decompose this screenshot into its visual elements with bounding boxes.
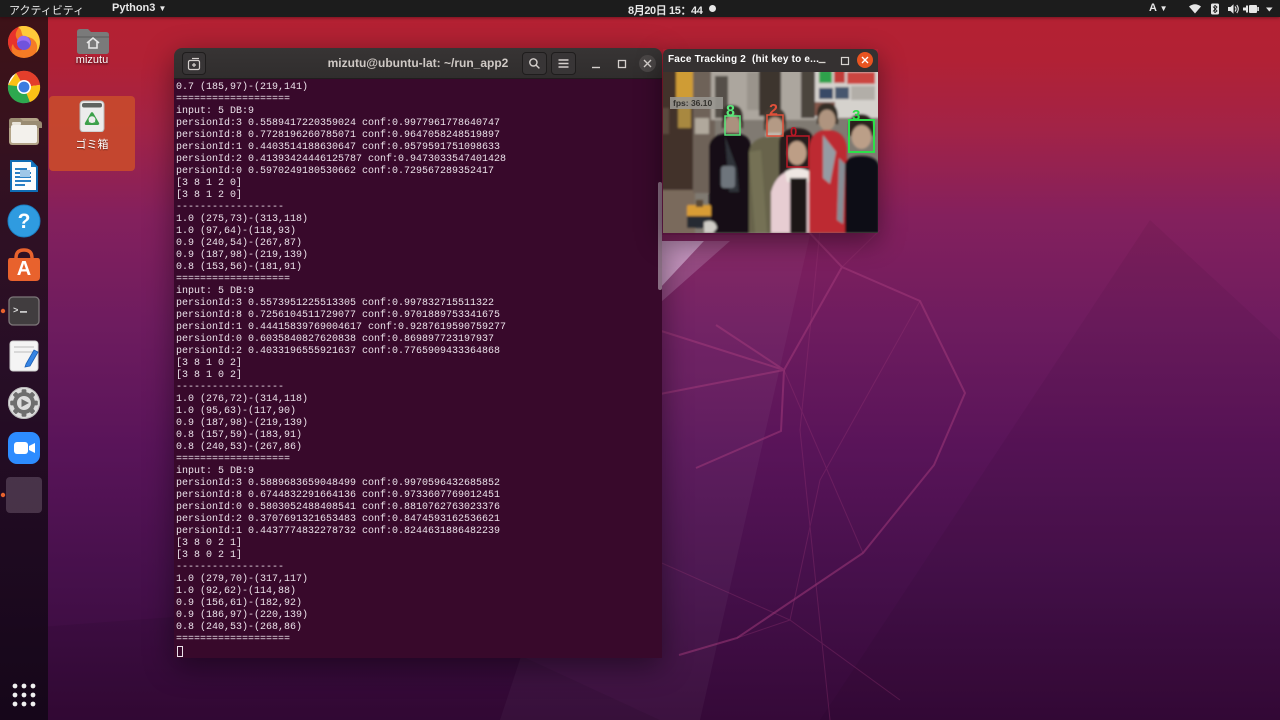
svg-text:A: A — [17, 258, 31, 280]
svg-text:?: ? — [18, 210, 31, 233]
svg-text:8: 8 — [726, 103, 735, 120]
svg-text:>: > — [13, 306, 18, 316]
svg-text:fps: 36.10: fps: 36.10 — [673, 98, 712, 108]
svg-text:2: 2 — [769, 102, 778, 119]
svg-text:3: 3 — [852, 107, 860, 124]
svg-text:0: 0 — [790, 124, 797, 139]
